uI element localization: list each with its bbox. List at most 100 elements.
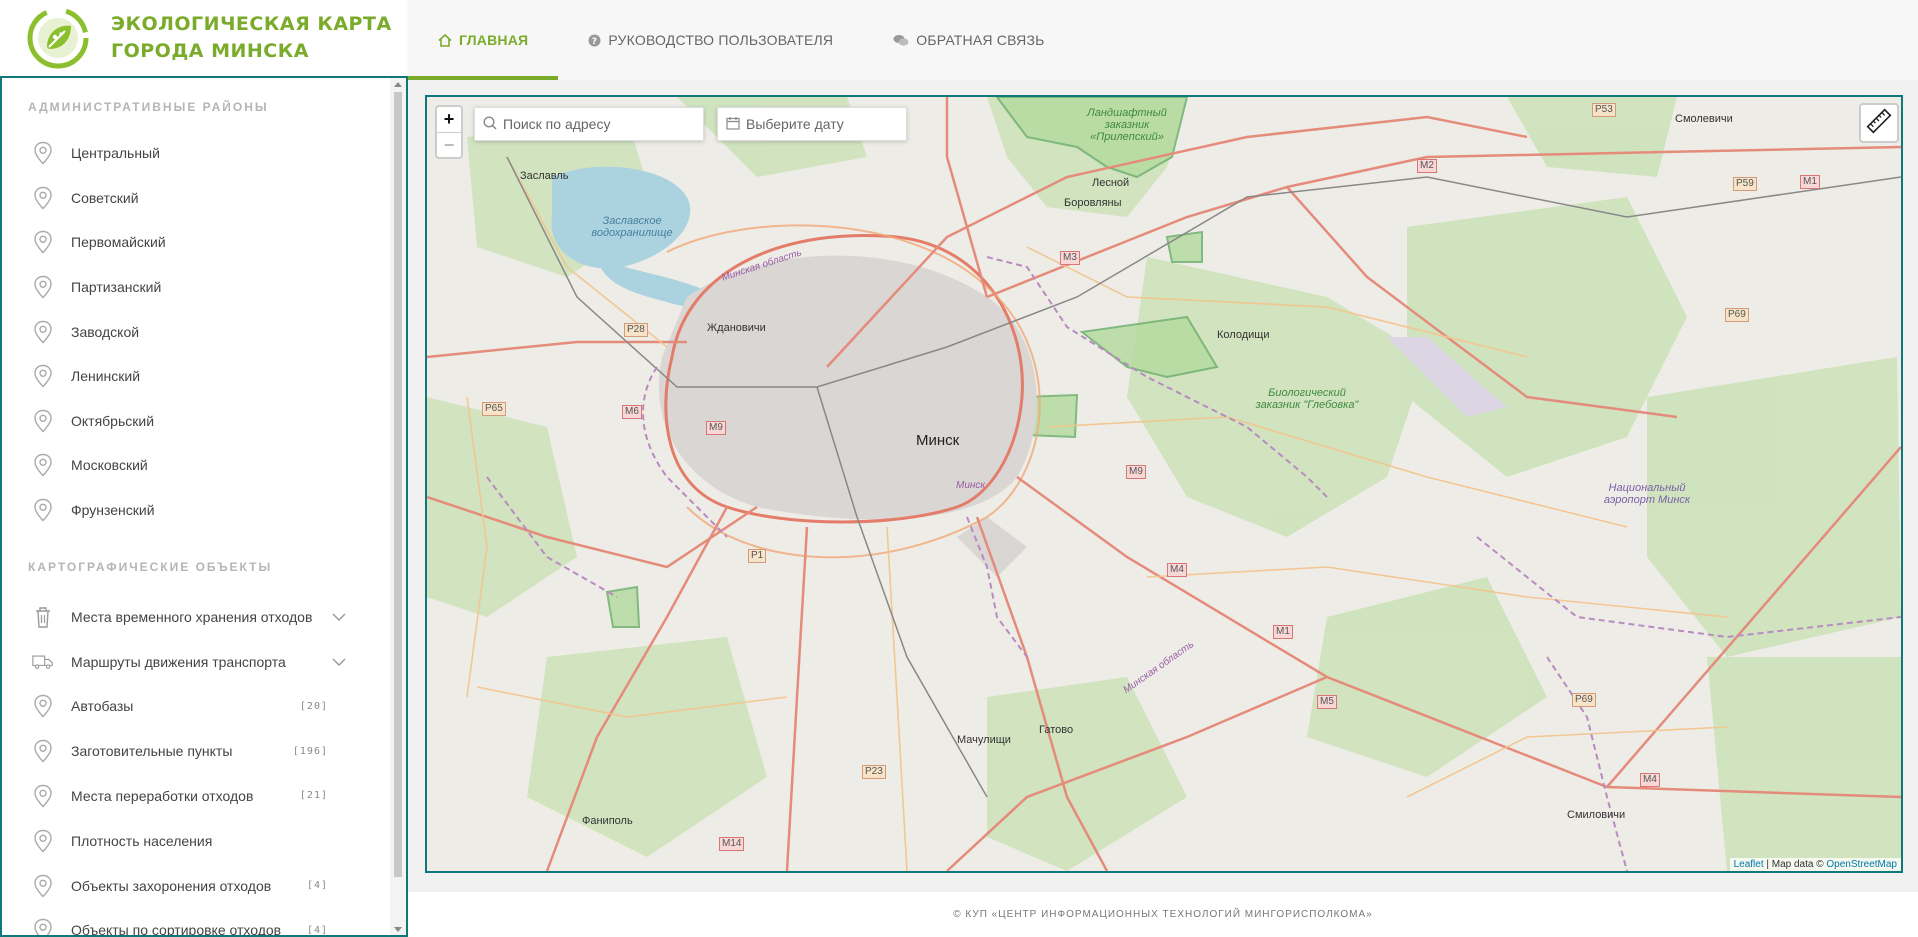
object-item-waste-storage[interactable]: Места временного хранения отходов: [2, 594, 390, 639]
brand-title: ЭКОЛОГИЧЕСКАЯ КАРТА ГОРОДА МИНСКА: [111, 11, 392, 65]
district-item[interactable]: Центральный: [2, 131, 390, 176]
leaf-globe-icon: [27, 7, 89, 69]
district-label: Фрунзенский: [71, 502, 155, 519]
road-shield: P59: [1733, 177, 1757, 191]
home-icon: [438, 33, 452, 47]
sidebar: АДМИНИСТРАТИВНЫЕ РАЙОНЫ Центральный Сове…: [0, 76, 408, 937]
date-picker[interactable]: [717, 107, 907, 141]
district-label: Советский: [71, 189, 139, 206]
object-label: Объекты по сортировке отходов: [71, 922, 282, 937]
object-count: [4]: [306, 880, 328, 892]
pin-icon: [32, 917, 54, 935]
pin-icon: [32, 319, 54, 345]
object-count: [20]: [299, 700, 328, 712]
footer-copyright: © КУП «ЦЕНТР ИНФОРМАЦИОННЫХ ТЕХНОЛОГИЙ М…: [953, 909, 1373, 920]
zoom-out-button[interactable]: −: [437, 132, 461, 157]
sidebar-content[interactable]: АДМИНИСТРАТИВНЫЕ РАЙОНЫ Центральный Сове…: [2, 78, 390, 935]
attribution-separator: | Map data ©: [1763, 859, 1827, 870]
help-circle-icon: ?: [588, 34, 601, 47]
object-item-collection-points[interactable]: Заготовительные пункты [196]: [2, 729, 390, 774]
object-item-transport-routes[interactable]: Маршруты движения транспорта: [2, 639, 390, 684]
object-label: Маршруты движения транспорта: [71, 653, 286, 670]
scroll-up-arrow-icon[interactable]: [390, 78, 406, 90]
object-item-sorting-facilities[interactable]: Объекты по сортировке отходов [4]: [2, 908, 390, 937]
road-shield: M3: [1060, 251, 1080, 265]
tab-feedback-label: ОБРАТНАЯ СВЯЗЬ: [916, 32, 1045, 48]
object-item-population-density[interactable]: Плотность населения: [2, 818, 390, 863]
district-item[interactable]: Первомайский: [2, 220, 390, 265]
map-label-smolevichi: Смолевичи: [1675, 113, 1733, 125]
map-label-minsk-small: Минск: [956, 480, 986, 491]
objects-header: КАРТОГРАФИЧЕСКИЕ ОБЪЕКТЫ: [28, 560, 273, 575]
tab-feedback[interactable]: ОБРАТНАЯ СВЯЗЬ: [863, 0, 1074, 80]
chevron-down-icon[interactable]: [332, 613, 346, 621]
tab-home[interactable]: ГЛАВНАЯ: [408, 0, 559, 80]
chat-bubbles-icon: [893, 34, 909, 47]
map-label-zaslavl: Заславль: [520, 170, 569, 182]
measure-ruler-button[interactable]: [1859, 103, 1899, 143]
district-list: Центральный Советский Первомайский Парти…: [2, 131, 390, 532]
road-shield: M4: [1167, 563, 1187, 577]
district-label: Центральный: [71, 145, 160, 162]
district-item[interactable]: Октябрьский: [2, 399, 390, 444]
district-item[interactable]: Советский: [2, 176, 390, 221]
pin-icon: [32, 363, 54, 389]
map-view[interactable]: Заславль Заславское водохранилище Минска…: [425, 95, 1903, 873]
ruler-icon: [1866, 108, 1892, 139]
search-input[interactable]: [503, 116, 703, 132]
trash-icon: [32, 604, 54, 630]
tab-home-label: ГЛАВНАЯ: [459, 32, 529, 48]
road-shield: M1: [1273, 625, 1293, 639]
road-shield: P69: [1725, 308, 1749, 322]
zoom-in-button[interactable]: +: [437, 107, 461, 132]
district-label: Заводской: [71, 323, 140, 340]
district-item[interactable]: Ленинский: [2, 354, 390, 399]
date-input[interactable]: [746, 116, 906, 132]
road-shield: M14: [719, 837, 745, 851]
tab-user-guide-label: РУКОВОДСТВО ПОЛЬЗОВАТЕЛЯ: [608, 32, 834, 48]
district-label: Первомайский: [71, 234, 166, 251]
object-label: Плотность населения: [71, 832, 213, 849]
district-item[interactable]: Партизанский: [2, 265, 390, 310]
map-label-smilovichi: Смиловичи: [1567, 809, 1626, 821]
scrollbar-thumb[interactable]: [394, 92, 402, 877]
district-label: Московский: [71, 457, 148, 474]
district-item[interactable]: Заводской: [2, 309, 390, 354]
search-icon: [483, 115, 497, 133]
object-item-autobases[interactable]: Автобазы [20]: [2, 684, 390, 729]
pin-icon: [32, 497, 54, 523]
scroll-down-arrow-icon[interactable]: [390, 923, 406, 935]
osm-link[interactable]: OpenStreetMap: [1826, 859, 1897, 870]
district-item[interactable]: Фрунзенский: [2, 488, 390, 533]
pin-icon: [32, 873, 54, 899]
brand-title-line2: ГОРОДА МИНСКА: [111, 40, 309, 62]
object-item-recycling-sites[interactable]: Места переработки отходов [21]: [2, 774, 390, 819]
chevron-down-icon[interactable]: [332, 658, 346, 666]
tab-user-guide[interactable]: ? РУКОВОДСТВО ПОЛЬЗОВАТЕЛЯ: [558, 0, 863, 80]
district-item[interactable]: Московский: [2, 443, 390, 488]
map-label-zhdanovichi: Ждановичи: [707, 322, 766, 334]
pin-icon: [32, 738, 54, 764]
object-count: [21]: [299, 790, 328, 802]
road-shield: P69: [1572, 693, 1596, 707]
object-item-landfills[interactable]: Объекты захоронения отходов [4]: [2, 863, 390, 908]
map-label-lesnoy: Лесной: [1092, 177, 1130, 189]
brand-logo[interactable]: ЭКОЛОГИЧЕСКАЯ КАРТА ГОРОДА МИНСКА: [0, 0, 408, 76]
map-label-kolodishchi: Колодищи: [1217, 329, 1270, 341]
pin-icon: [32, 783, 54, 809]
pin-icon: [32, 452, 54, 478]
map-label-minsk: Минск: [916, 432, 960, 449]
districts-header: АДМИНИСТРАТИВНЫЕ РАЙОНЫ: [28, 100, 269, 114]
district-label: Партизанский: [71, 279, 162, 296]
address-search[interactable]: [474, 107, 704, 141]
map-label-borovlyany: Боровляны: [1064, 197, 1122, 209]
sidebar-scrollbar[interactable]: [390, 78, 406, 935]
zoom-control: + −: [435, 105, 463, 159]
road-shield: M2: [1417, 159, 1437, 173]
road-shield: M5: [1317, 695, 1337, 709]
object-label: Места переработки отходов: [71, 787, 254, 804]
road-shield: M9: [1126, 465, 1146, 479]
map-label-machulishchi: Мачулищи: [957, 734, 1011, 746]
map-label-airport: Национальный аэропорт Минск: [1603, 482, 1691, 506]
leaflet-link[interactable]: Leaflet: [1734, 859, 1764, 870]
